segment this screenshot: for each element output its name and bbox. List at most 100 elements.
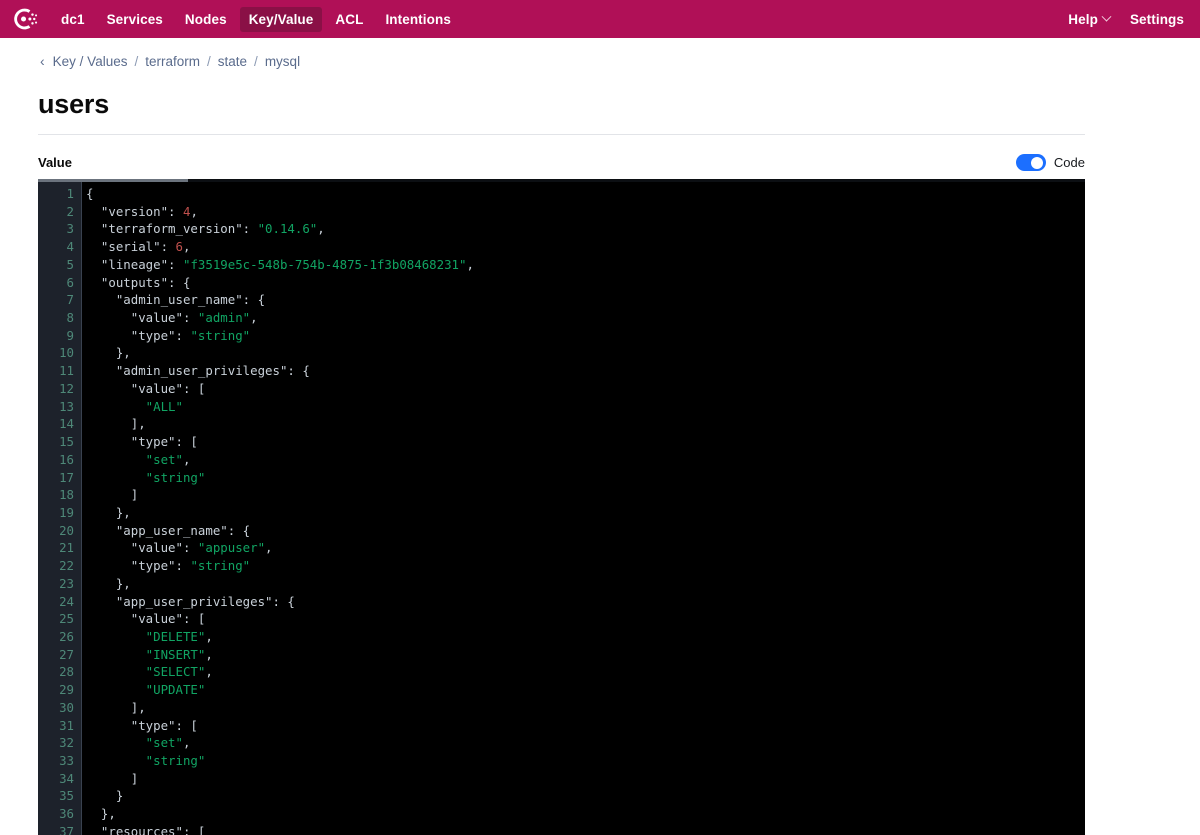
code-line[interactable]: "app_user_privileges": { bbox=[86, 593, 1085, 611]
line-number: 8 bbox=[66, 310, 74, 326]
line-number: 22 bbox=[59, 558, 74, 574]
code-token: "INSERT" bbox=[86, 646, 206, 662]
consul-logo-icon[interactable] bbox=[12, 6, 38, 32]
nav-item-datacenter[interactable]: dc1 bbox=[52, 7, 94, 32]
code-token: }, bbox=[86, 806, 116, 822]
code-token: "0.14.6" bbox=[257, 221, 318, 237]
line-number: 13 bbox=[59, 398, 74, 414]
code-token: "admin_user_privileges": { bbox=[86, 363, 310, 379]
code-token: "resources": [ bbox=[86, 823, 206, 835]
code-line[interactable]: "ALL" bbox=[86, 398, 1085, 416]
code-line[interactable]: "UPDATE" bbox=[86, 681, 1085, 699]
breadcrumb-separator: / bbox=[207, 53, 211, 69]
code-line[interactable]: "terraform_version": "0.14.6", bbox=[86, 220, 1085, 238]
code-line[interactable]: }, bbox=[86, 805, 1085, 823]
scrollbar-thumb[interactable] bbox=[38, 179, 188, 182]
line-number: 11 bbox=[59, 363, 74, 379]
code-editor[interactable]: 1 2 3 4 5 6 7 8 9 10 11 12 13 14 15 16 17 18 19 20 21 22 23 24 2… bbox=[38, 179, 1085, 835]
help-menu-button[interactable]: Help bbox=[1066, 7, 1112, 32]
breadcrumb-separator: / bbox=[134, 53, 139, 69]
line-number: 16 bbox=[59, 451, 74, 467]
code-token: "outputs": { bbox=[86, 274, 191, 290]
code-token: , bbox=[182, 451, 191, 467]
settings-button[interactable]: Settings bbox=[1128, 7, 1186, 32]
code-token: , bbox=[466, 256, 474, 272]
code-token: { bbox=[86, 186, 94, 201]
breadcrumb-item-state[interactable]: state bbox=[218, 54, 247, 69]
code-line[interactable]: "DELETE", bbox=[86, 628, 1085, 646]
code-line[interactable]: "set", bbox=[86, 734, 1085, 752]
code-line[interactable]: "value": [ bbox=[86, 610, 1085, 628]
code-token: ] bbox=[86, 487, 139, 503]
code-line[interactable]: "version": 4, bbox=[86, 203, 1085, 221]
code-token: , bbox=[317, 221, 325, 237]
code-line[interactable]: }, bbox=[86, 504, 1085, 522]
line-number: 27 bbox=[59, 646, 74, 662]
code-line[interactable]: "app_user_name": { bbox=[86, 522, 1085, 540]
code-line[interactable]: "type": "string" bbox=[86, 557, 1085, 575]
code-token: "app_user_privileges": { bbox=[86, 593, 295, 609]
code-token: "set" bbox=[86, 451, 183, 467]
line-number: 23 bbox=[59, 575, 74, 591]
line-number: 21 bbox=[59, 540, 74, 556]
breadcrumb-back-icon[interactable]: ‹ bbox=[40, 53, 45, 69]
code-line[interactable]: "resources": [ bbox=[86, 823, 1085, 835]
code-line[interactable]: "admin_user_name": { bbox=[86, 291, 1085, 309]
code-line[interactable]: "value": "appuser", bbox=[86, 539, 1085, 557]
code-token: ], bbox=[86, 416, 146, 432]
code-line[interactable]: "serial": 6, bbox=[86, 238, 1085, 256]
breadcrumb-item-terraform[interactable]: terraform bbox=[145, 54, 200, 69]
code-line[interactable]: ], bbox=[86, 415, 1085, 433]
code-line[interactable]: "type": [ bbox=[86, 433, 1085, 451]
nav-item-nodes[interactable]: Nodes bbox=[176, 7, 236, 32]
code-token: "type": [ bbox=[86, 717, 198, 733]
nav-item-intentions[interactable]: Intentions bbox=[376, 7, 460, 32]
code-line[interactable]: "INSERT", bbox=[86, 646, 1085, 664]
code-line[interactable]: ], bbox=[86, 699, 1085, 717]
nav-item-acl[interactable]: ACL bbox=[326, 7, 372, 32]
code-content[interactable]: { "version": 4, "terraform_version": "0.… bbox=[82, 179, 1085, 835]
line-number: 10 bbox=[59, 345, 74, 361]
code-toggle[interactable]: Code bbox=[1015, 154, 1085, 171]
code-line[interactable]: "admin_user_privileges": { bbox=[86, 362, 1085, 380]
code-line[interactable]: "value": [ bbox=[86, 380, 1085, 398]
code-token: "type": [ bbox=[86, 434, 198, 450]
code-line[interactable]: "lineage": "f3519e5c-548b-754b-4875-1f3b… bbox=[86, 256, 1085, 274]
line-number: 12 bbox=[59, 380, 74, 396]
line-number: 1 bbox=[66, 186, 74, 201]
code-line[interactable]: "outputs": { bbox=[86, 274, 1085, 292]
line-number: 35 bbox=[59, 788, 74, 804]
code-toggle-switch[interactable] bbox=[1015, 154, 1046, 171]
nav-item-services[interactable]: Services bbox=[98, 7, 172, 32]
code-line[interactable]: "type": [ bbox=[86, 717, 1085, 735]
code-line[interactable]: "string" bbox=[86, 752, 1085, 770]
code-token: "DELETE" bbox=[86, 628, 206, 644]
code-line[interactable]: ] bbox=[86, 770, 1085, 788]
code-line[interactable]: { bbox=[86, 185, 1085, 203]
code-line[interactable]: "SELECT", bbox=[86, 663, 1085, 681]
code-token: , bbox=[265, 540, 273, 556]
line-number: 26 bbox=[59, 628, 74, 644]
code-line[interactable]: "set", bbox=[86, 451, 1085, 469]
code-token: }, bbox=[86, 504, 131, 520]
code-line[interactable]: }, bbox=[86, 575, 1085, 593]
line-number: 19 bbox=[59, 504, 74, 520]
horizontal-scrollbar[interactable] bbox=[38, 179, 1085, 182]
code-line[interactable]: "type": "string" bbox=[86, 327, 1085, 345]
code-line[interactable]: "value": "admin", bbox=[86, 309, 1085, 327]
code-token: "string" bbox=[190, 558, 251, 574]
code-token: "lineage": bbox=[86, 256, 183, 272]
code-token: , bbox=[205, 628, 213, 644]
nav-item-key-value[interactable]: Key/Value bbox=[239, 6, 323, 32]
code-line[interactable]: ] bbox=[86, 486, 1085, 504]
code-line[interactable]: "string" bbox=[86, 469, 1085, 487]
breadcrumb-item-mysql[interactable]: mysql bbox=[265, 54, 300, 69]
breadcrumb-item-key-values[interactable]: Key / Values bbox=[53, 54, 128, 69]
code-token: , bbox=[205, 664, 213, 680]
nav-right-group: Help Settings bbox=[1066, 7, 1186, 32]
code-line[interactable]: }, bbox=[86, 344, 1085, 362]
line-number: 6 bbox=[66, 274, 74, 290]
code-line[interactable]: } bbox=[86, 787, 1085, 805]
line-number: 7 bbox=[66, 292, 74, 308]
code-toggle-knob bbox=[1031, 156, 1044, 169]
